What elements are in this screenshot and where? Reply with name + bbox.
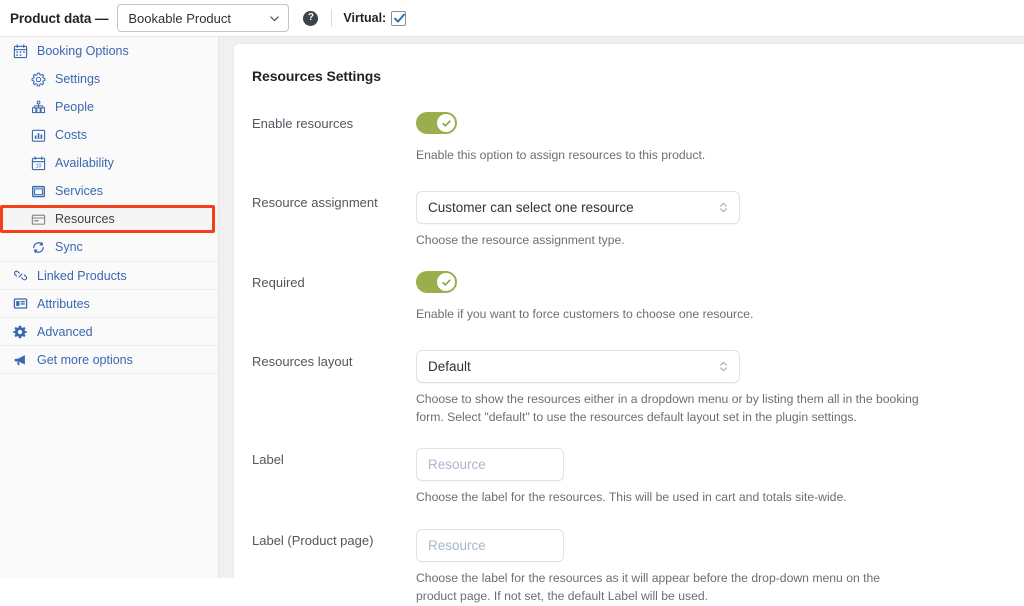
check-icon [441, 279, 451, 286]
sidebar-item-label: Settings [55, 72, 101, 86]
field-resources-layout: Resources layout Default Choose to show … [252, 350, 1024, 426]
label-input[interactable] [416, 448, 564, 482]
field-label: Enable resources [252, 116, 354, 131]
resource-card-icon [30, 211, 46, 227]
field-label: Resources layout [252, 354, 353, 370]
sidebar-item-label: Linked Products [37, 268, 127, 283]
check-icon [394, 13, 406, 23]
field-label: Label [252, 452, 284, 468]
label-product-page-input[interactable] [416, 529, 564, 563]
sidebar-item-label: People [55, 100, 94, 114]
sidebar-item-label: Sync [55, 240, 83, 254]
sidebar-item-label: Costs [55, 128, 87, 142]
chevron-down-icon [270, 15, 280, 21]
gear-solid-icon [12, 324, 28, 340]
field-label-row: Label Choose the label for the resources… [252, 448, 1024, 507]
page-title: Product data — [10, 10, 109, 26]
help-icon[interactable]: ? [303, 10, 319, 26]
sidebar-item-label: Availability [55, 156, 114, 170]
resources-settings-panel: Resources Settings Enable resources Enab… [233, 43, 1024, 603]
enable-resources-toggle[interactable] [416, 112, 457, 134]
selected-value: Default [428, 359, 471, 375]
people-icon [30, 99, 46, 115]
product-data-tabs-sidebar: Booking Options Settings People Costs 10… [0, 37, 219, 578]
toggle-knob [437, 114, 455, 132]
field-description: Enable if you want to force customers to… [416, 307, 754, 322]
sidebar-item-costs[interactable]: Costs [0, 121, 218, 149]
sidebar-item-availability[interactable]: 10 Availability [0, 149, 218, 177]
check-icon [441, 119, 451, 127]
sidebar-item-get-more-options[interactable]: Get more options [0, 345, 218, 373]
content-area: Resources Settings Enable resources Enab… [219, 37, 1024, 603]
window-icon [30, 183, 46, 199]
panel-title: Resources Settings [252, 68, 381, 84]
sidebar-item-linked-products[interactable]: Linked Products [0, 261, 218, 289]
sidebar-item-label: Get more options [37, 352, 133, 367]
product-data-header: Product data — Bookable Product ? Virtua… [0, 0, 1024, 37]
sidebar-item-booking-options[interactable]: Booking Options [0, 37, 218, 65]
selected-value: Customer can select one resource [428, 199, 634, 215]
field-label: Required [252, 275, 305, 291]
sidebar-item-services[interactable]: Services [0, 177, 218, 205]
product-type-value: Bookable Product [128, 10, 231, 26]
field-description: Choose the label for the resources as it… [416, 571, 881, 603]
virtual-checkbox-wrap[interactable]: Virtual: [343, 10, 407, 26]
gear-icon [30, 71, 46, 87]
chevron-up-down-icon [720, 361, 727, 372]
sidebar-item-label: Services [55, 184, 103, 198]
chevron-up-down-icon [720, 202, 727, 213]
link-icon [12, 268, 28, 284]
svg-text:10: 10 [35, 163, 41, 169]
virtual-checkbox[interactable] [391, 10, 407, 26]
bar-chart-icon [30, 127, 46, 143]
sidebar-item-resources[interactable]: Resources [0, 205, 218, 233]
sidebar-item-label: Advanced [37, 324, 93, 339]
virtual-label: Virtual: [343, 11, 387, 25]
field-label-product-page-row: Label (Product page) Choose the label fo… [252, 529, 1024, 605]
field-resource-assignment: Resource assignment Customer can select … [252, 190, 1024, 250]
field-label: Resource assignment [252, 194, 378, 210]
sidebar-item-settings[interactable]: Settings [0, 65, 218, 93]
field-description: Choose to show the resources either in a… [416, 392, 919, 424]
resources-layout-select[interactable]: Default [416, 350, 740, 384]
field-enable-resources: Enable resources Enable this option to a… [252, 112, 1024, 165]
field-description: Choose the resource assignment type. [416, 232, 625, 247]
sidebar-item-label: Booking Options [37, 44, 129, 58]
field-description: Enable this option to assign resources t… [416, 148, 706, 162]
calendar-day-icon: 10 [30, 155, 46, 171]
sync-icon [30, 239, 46, 255]
field-label: Label (Product page) [252, 533, 374, 549]
sidebar-item-attributes[interactable]: Attributes [0, 289, 218, 317]
sidebar-item-sync[interactable]: Sync [0, 233, 218, 261]
resource-assignment-select[interactable]: Customer can select one resource [416, 190, 740, 224]
sidebar-divider [0, 373, 218, 374]
sidebar-item-label: Attributes [37, 296, 90, 311]
toggle-knob [437, 273, 455, 292]
field-required: Required Enable if you want to force cus… [252, 271, 1024, 324]
required-toggle[interactable] [416, 271, 457, 294]
sidebar-item-label: Resources [55, 212, 115, 226]
header-divider [331, 9, 333, 27]
field-description: Choose the label for the resources. This… [416, 490, 847, 505]
megaphone-icon [12, 352, 28, 368]
calendar-icon [12, 43, 28, 59]
attributes-icon [12, 296, 28, 312]
sidebar-item-people[interactable]: People [0, 93, 218, 121]
product-type-select[interactable]: Bookable Product [117, 4, 290, 32]
sidebar-item-advanced[interactable]: Advanced [0, 317, 218, 345]
product-data-body: Booking Options Settings People Costs 10… [0, 37, 1024, 603]
